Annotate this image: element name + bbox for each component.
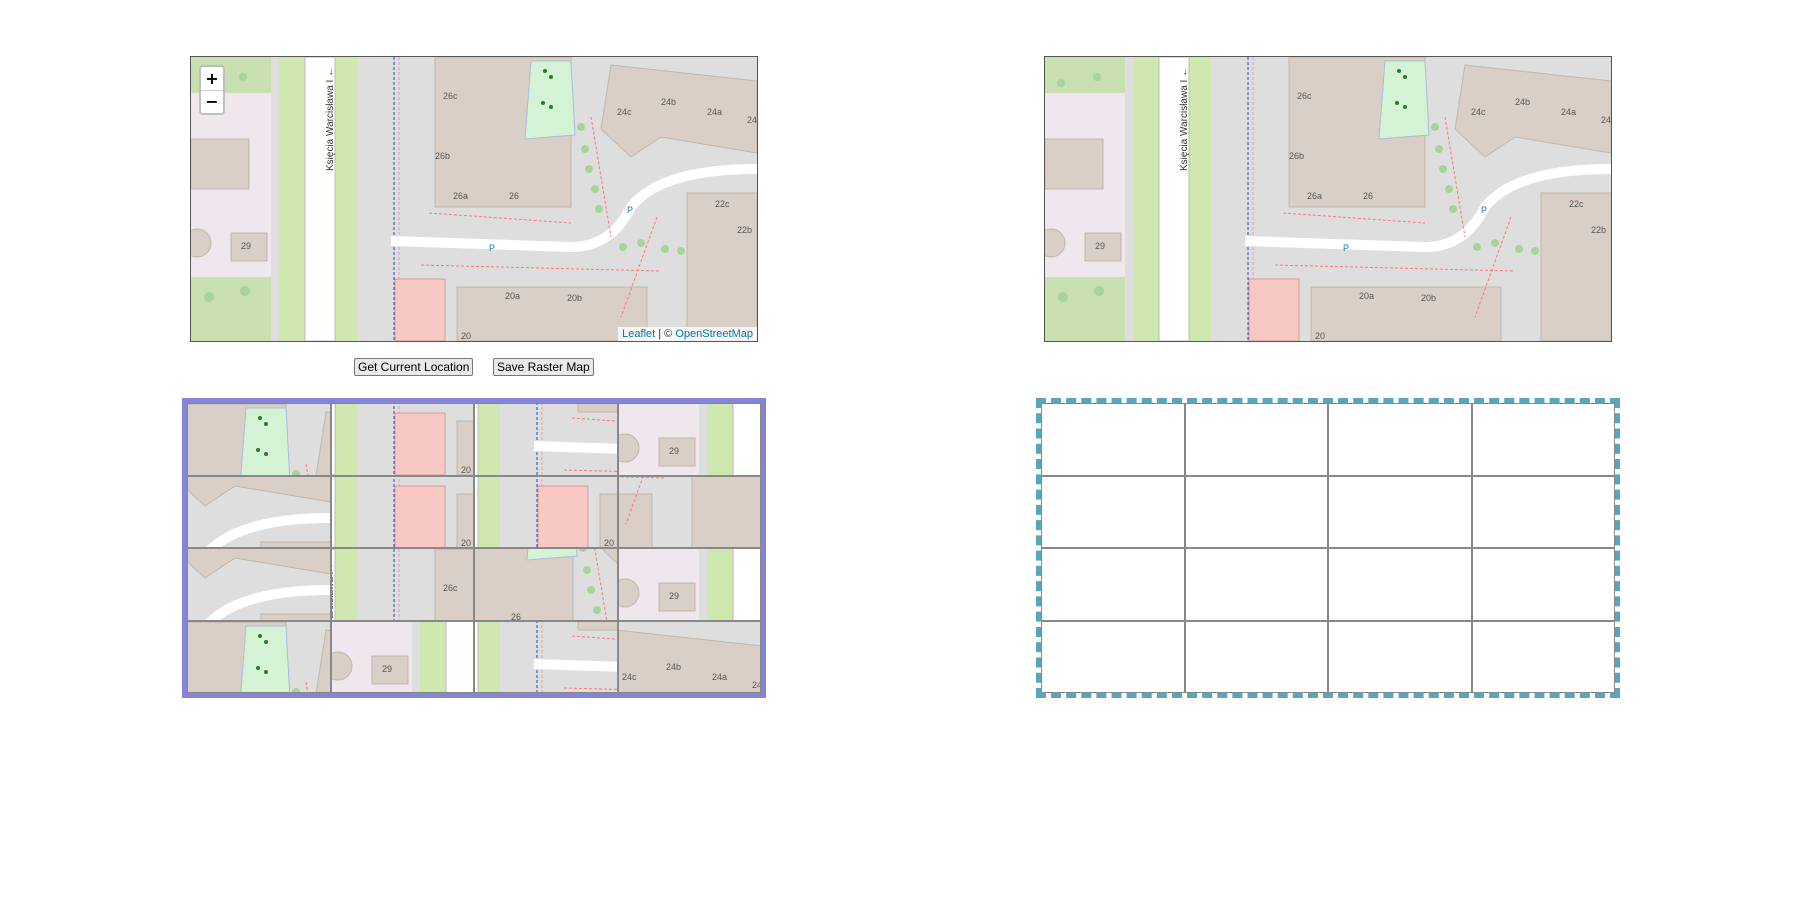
map-attribution: Leaflet | © OpenStreetMap xyxy=(618,327,757,341)
drop-slot[interactable] xyxy=(1328,403,1472,476)
puzzle-piece[interactable] xyxy=(187,403,331,476)
puzzle-piece[interactable] xyxy=(187,620,331,693)
drop-slot[interactable] xyxy=(1184,403,1328,476)
puzzle-piece[interactable] xyxy=(617,620,761,693)
puzzle-piece[interactable] xyxy=(617,548,761,621)
save-raster-map-button[interactable]: Save Raster Map xyxy=(493,358,594,376)
osm-link[interactable]: OpenStreetMap xyxy=(675,328,753,340)
drop-slot[interactable] xyxy=(1041,475,1185,548)
map-tiles[interactable] xyxy=(191,57,757,341)
puzzle-piece[interactable] xyxy=(187,475,331,548)
puzzle-piece[interactable] xyxy=(330,403,474,476)
puzzle-piece[interactable] xyxy=(330,620,474,693)
zoom-out-button[interactable]: − xyxy=(201,89,223,114)
puzzle-piece[interactable] xyxy=(474,403,618,476)
attribution-separator: | © xyxy=(655,328,676,340)
puzzle-piece[interactable] xyxy=(474,620,618,693)
drop-slot[interactable] xyxy=(1328,620,1472,693)
raster-map-image xyxy=(1045,57,1611,341)
puzzle-piece[interactable] xyxy=(474,548,618,621)
drop-slot[interactable] xyxy=(1471,620,1615,693)
leaflet-link[interactable]: Leaflet xyxy=(622,328,655,340)
drop-slot[interactable] xyxy=(1184,548,1328,621)
zoom-control: + − xyxy=(199,65,225,115)
puzzle-piece[interactable] xyxy=(474,475,618,548)
drop-slot[interactable] xyxy=(1184,475,1328,548)
get-current-location-button[interactable]: Get Current Location xyxy=(354,358,474,376)
interactive-map[interactable]: + − Leaflet | © OpenStreetMap xyxy=(190,56,758,342)
puzzle-piece[interactable] xyxy=(330,548,474,621)
drop-slot[interactable] xyxy=(1041,620,1185,693)
drop-slot[interactable] xyxy=(1471,403,1615,476)
puzzle-piece[interactable] xyxy=(617,475,761,548)
puzzle-piece[interactable] xyxy=(617,403,761,476)
drop-slot[interactable] xyxy=(1471,548,1615,621)
drop-slot[interactable] xyxy=(1328,548,1472,621)
drop-slot[interactable] xyxy=(1184,620,1328,693)
drop-slot[interactable] xyxy=(1041,403,1185,476)
raster-map-preview xyxy=(1044,56,1612,342)
zoom-in-button[interactable]: + xyxy=(201,67,223,90)
puzzle-piece[interactable] xyxy=(187,548,331,621)
puzzle-pieces-board xyxy=(182,398,766,698)
puzzle-drop-target xyxy=(1036,398,1620,698)
drop-slot[interactable] xyxy=(1041,548,1185,621)
drop-slot[interactable] xyxy=(1328,475,1472,548)
puzzle-piece[interactable] xyxy=(330,475,474,548)
drop-slot[interactable] xyxy=(1471,475,1615,548)
